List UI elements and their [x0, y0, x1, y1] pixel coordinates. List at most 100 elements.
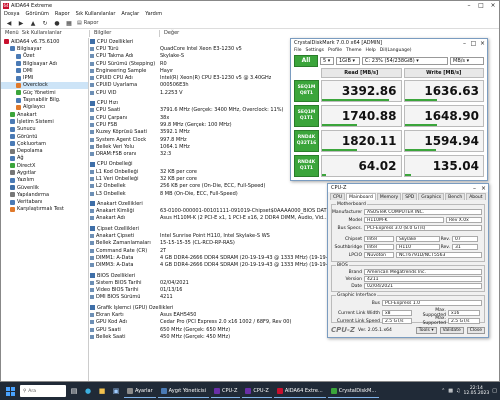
tree-item-label: Overclock: [23, 82, 48, 89]
menu-header[interactable]: Menü: [5, 30, 19, 36]
menu-item-5[interactable]: Yardım: [145, 11, 162, 17]
tab-mainboard[interactable]: Mainboard: [346, 193, 376, 200]
tree-item[interactable]: Özet: [1, 53, 88, 60]
tree-item[interactable]: Görüntü: [1, 133, 88, 140]
taskbar-app[interactable]: Aygıt Yöneticisi: [157, 384, 210, 398]
test-button[interactable]: SEQ1M Q1T1: [294, 105, 319, 127]
favorites-header[interactable]: Sık Kullanılanlar: [22, 30, 62, 36]
tree-item-icon: [16, 104, 21, 110]
cdm-menu-item-4[interactable]: Help: [366, 48, 376, 53]
tab-memory[interactable]: Memory: [376, 193, 402, 200]
clock[interactable]: 22:14 12.05.2023: [464, 386, 490, 396]
minimize-icon[interactable]: –: [460, 40, 469, 47]
tree-item[interactable]: Depolama: [1, 147, 88, 154]
tree-item[interactable]: Ağ: [1, 155, 88, 162]
taskbar-app[interactable]: CPU-Z: [211, 384, 241, 398]
tree-item[interactable]: DirectX: [1, 162, 88, 169]
test-button[interactable]: SEQ1M Q8T1: [294, 80, 319, 102]
all-button[interactable]: All: [294, 54, 318, 67]
validate-button[interactable]: Validate: [439, 326, 464, 334]
cdm-menu-item-2[interactable]: Profile: [328, 48, 342, 53]
aida-app-icon: 64: [3, 2, 9, 9]
taskbar-app[interactable]: CPU-Z: [242, 384, 272, 398]
tree-item[interactable]: Anakart: [1, 111, 88, 118]
tree-item[interactable]: IPMI: [1, 74, 88, 81]
volume-icon[interactable]: ♫: [456, 388, 460, 394]
report-button[interactable]: ▤ Rapor: [77, 19, 98, 27]
tree-item[interactable]: Yapılandırma: [1, 191, 88, 198]
tree-item-icon: [16, 97, 21, 103]
test-button[interactable]: RND4K Q1T1: [294, 155, 319, 177]
tree-item[interactable]: DMI: [1, 67, 88, 74]
tree-item[interactable]: Algılayıcı: [1, 104, 88, 111]
taskbar-app[interactable]: AIDA64 Extre...: [273, 384, 326, 398]
up-arrow-icon[interactable]: ▲: [29, 19, 37, 27]
close-icon[interactable]: ×: [478, 40, 487, 47]
cdm-test-row: RND4K Q1T1 64.02 135.04: [294, 155, 484, 177]
search-box[interactable]: ⚲ Ara: [20, 385, 66, 397]
cdm-menu-item-5[interactable]: Dil(Language): [380, 48, 412, 53]
tree-item[interactable]: Karşılaştırmalı Test: [1, 206, 88, 213]
tree-item[interactable]: Çokluortam: [1, 140, 88, 147]
tab-cpu[interactable]: CPU: [330, 193, 346, 200]
menu-item-4[interactable]: Araçlar: [121, 11, 139, 17]
minimize-icon[interactable]: –: [463, 2, 475, 9]
edge-browser-icon[interactable]: ●: [82, 384, 94, 398]
field-column-header[interactable]: Bilgiler: [89, 30, 159, 37]
tree-item[interactable]: AIDA64 v6.75.6100: [1, 38, 88, 45]
menu-item-2[interactable]: Rapor: [55, 11, 70, 17]
tree-item[interactable]: Veritabanı: [1, 199, 88, 206]
tree-item[interactable]: Güvenlik: [1, 184, 88, 191]
property-value: Asus EAH5450: [160, 312, 197, 319]
test-button[interactable]: RND4K Q32T16: [294, 130, 319, 152]
close-icon[interactable]: ×: [479, 185, 488, 192]
size-select[interactable]: 1GiB ▾: [336, 56, 360, 65]
tab-spd[interactable]: SPD: [402, 193, 418, 200]
tree-item[interactable]: Taşınabilir Bilg.: [1, 96, 88, 103]
taskbar-app[interactable]: CrystalDiskM...: [327, 384, 380, 398]
task-view-icon[interactable]: ▤: [68, 384, 80, 398]
forward-arrow-icon[interactable]: ▶: [17, 19, 25, 27]
tab-about[interactable]: About: [466, 193, 486, 200]
tab-graphics[interactable]: Graphics: [418, 193, 445, 200]
start-button[interactable]: [3, 384, 17, 398]
tab-bench[interactable]: Bench: [445, 193, 466, 200]
taskbar-app[interactable]: Ayarlar: [124, 384, 156, 398]
back-arrow-icon[interactable]: ◀: [5, 19, 13, 27]
tree-item[interactable]: Aygıtlar: [1, 169, 88, 176]
close-button[interactable]: Close: [466, 326, 485, 334]
close-icon[interactable]: ×: [487, 2, 499, 9]
maximize-icon[interactable]: □: [475, 2, 487, 9]
value-column-header[interactable]: Değer: [159, 30, 179, 37]
file-explorer-icon[interactable]: ■: [96, 384, 108, 398]
tree-item[interactable]: Bilgisayar: [1, 45, 88, 52]
minimize-icon[interactable]: –: [470, 185, 479, 192]
menu-item-0[interactable]: Dosya: [4, 11, 20, 17]
chevron-up-icon[interactable]: ⌃: [441, 388, 445, 394]
network-icon[interactable]: ▩: [448, 388, 453, 394]
tree-item[interactable]: İşletim Sistemi: [1, 118, 88, 125]
tree-item[interactable]: Güç Yönetimi: [1, 89, 88, 96]
unit-select[interactable]: MB/s ▾: [450, 56, 484, 65]
tree-item[interactable]: Sunucu: [1, 126, 88, 133]
user-icon[interactable]: ●: [53, 19, 61, 27]
chart-icon[interactable]: ▦: [65, 19, 73, 27]
menu-item-1[interactable]: Görünüm: [26, 11, 49, 17]
refresh-icon[interactable]: ↻: [41, 19, 49, 27]
graphic-interface-title: Graphic Interface: [336, 293, 378, 298]
property-field: Grafik İşlemci (GPU) Özellikleri: [90, 305, 173, 311]
cdm-menu-item-3[interactable]: Theme: [346, 48, 362, 53]
store-icon[interactable]: ▣: [110, 384, 122, 398]
cdm-menu-item-1[interactable]: Settings: [306, 48, 324, 53]
cdm-menu-item-0[interactable]: File: [294, 48, 302, 53]
tree-item[interactable]: Bilgisayar Adı: [1, 60, 88, 67]
notification-icon[interactable]: □: [492, 388, 497, 394]
section-icon: [90, 273, 95, 279]
tree-item[interactable]: Yazılım: [1, 177, 88, 184]
drive-select[interactable]: C: 23% (54/238GiB) ▾: [362, 56, 448, 65]
tools-button[interactable]: Tools ▾: [415, 326, 437, 334]
menu-item-3[interactable]: Sık Kullanılanlar: [76, 11, 116, 17]
tree-item[interactable]: Overclock: [1, 81, 88, 90]
count-select[interactable]: 5 ▾: [320, 56, 334, 65]
maximize-icon[interactable]: □: [469, 40, 478, 47]
